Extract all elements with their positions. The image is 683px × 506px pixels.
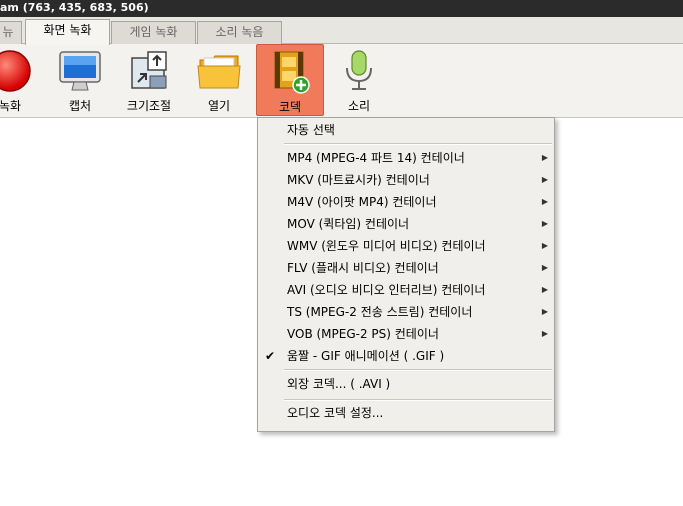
resize-button[interactable]: 크기조절	[117, 44, 181, 116]
menu-item-auto-select[interactable]: 자동 선택	[258, 119, 554, 141]
capture-label: 캡처	[68, 99, 92, 113]
menu-separator	[284, 399, 552, 401]
menu-item-mkv[interactable]: MKV (마트료시카) 컨테이너 ▶	[258, 169, 554, 191]
submenu-arrow-icon: ▶	[541, 241, 548, 250]
submenu-arrow-icon: ▶	[541, 307, 548, 316]
submenu-arrow-icon: ▶	[541, 175, 548, 184]
microphone-icon	[346, 50, 372, 90]
toolbar: 녹화 캡처 크기조절 열기 코덱 소리	[0, 44, 683, 118]
title-bar: am (763, 435, 683, 506)	[0, 0, 683, 17]
menu-separator	[284, 369, 552, 371]
tab-audio-record[interactable]: 소리 녹음	[197, 21, 282, 44]
monitor-icon	[59, 51, 101, 91]
resize-label: 크기조절	[126, 99, 172, 113]
record-label: 녹화	[0, 99, 22, 113]
submenu-arrow-icon: ▶	[541, 263, 548, 272]
menu-item-gif[interactable]: ✔ 움짤 - GIF 애니메이션 ( .GIF )	[258, 345, 554, 367]
menu-item-ts[interactable]: TS (MPEG-2 전송 스트림) 컨테이너 ▶	[258, 301, 554, 323]
record-button[interactable]: 녹화	[0, 44, 42, 116]
film-add-icon	[274, 51, 310, 94]
menu-item-wmv[interactable]: WMV (윈도우 미디어 비디오) 컨테이너 ▶	[258, 235, 554, 257]
tab-strip: 뉴 화면 녹화 게임 녹화 소리 녹음	[0, 17, 683, 45]
tab-game-record[interactable]: 게임 녹화	[111, 21, 196, 44]
submenu-arrow-icon: ▶	[541, 153, 548, 162]
checkmark-icon: ✔	[265, 349, 276, 363]
folder-icon	[197, 55, 241, 89]
submenu-arrow-icon: ▶	[541, 219, 548, 228]
menu-item-vob[interactable]: VOB (MPEG-2 PS) 컨테이너 ▶	[258, 323, 554, 345]
menu-item-flv[interactable]: FLV (플래시 비디오) 컨테이너 ▶	[258, 257, 554, 279]
menu-item-avi[interactable]: AVI (오디오 비디오 인터리브) 컨테이너 ▶	[258, 279, 554, 301]
submenu-arrow-icon: ▶	[541, 285, 548, 294]
sound-label: 소리	[347, 99, 371, 113]
tab-screen-record[interactable]: 화면 녹화	[25, 19, 110, 45]
menu-item-mov[interactable]: MOV (퀵타임) 컨테이너 ▶	[258, 213, 554, 235]
menu-item-mp4[interactable]: MP4 (MPEG-4 파트 14) 컨테이너 ▶	[258, 147, 554, 169]
capture-button[interactable]: 캡처	[48, 44, 112, 116]
menu-item-m4v[interactable]: M4V (아이팟 MP4) 컨테이너 ▶	[258, 191, 554, 213]
codec-dropdown-menu: 자동 선택 MP4 (MPEG-4 파트 14) 컨테이너 ▶ MKV (마트료시…	[257, 117, 555, 432]
codec-button[interactable]: 코덱	[256, 44, 324, 116]
resize-icon	[131, 51, 167, 89]
codec-label: 코덱	[278, 100, 302, 114]
open-label: 열기	[207, 99, 231, 113]
window-title: am (763, 435, 683, 506)	[0, 1, 149, 14]
record-icon	[0, 50, 31, 92]
menu-item-external-codec[interactable]: 외장 코덱... ( .AVI )	[258, 373, 554, 395]
menu-separator	[284, 143, 552, 145]
open-button[interactable]: 열기	[187, 44, 251, 116]
tab-menu[interactable]: 뉴	[0, 21, 22, 44]
sound-button[interactable]: 소리	[327, 44, 391, 116]
submenu-arrow-icon: ▶	[541, 329, 548, 338]
submenu-arrow-icon: ▶	[541, 197, 548, 206]
menu-item-audio-codec-settings[interactable]: 오디오 코덱 설정...	[258, 402, 554, 424]
